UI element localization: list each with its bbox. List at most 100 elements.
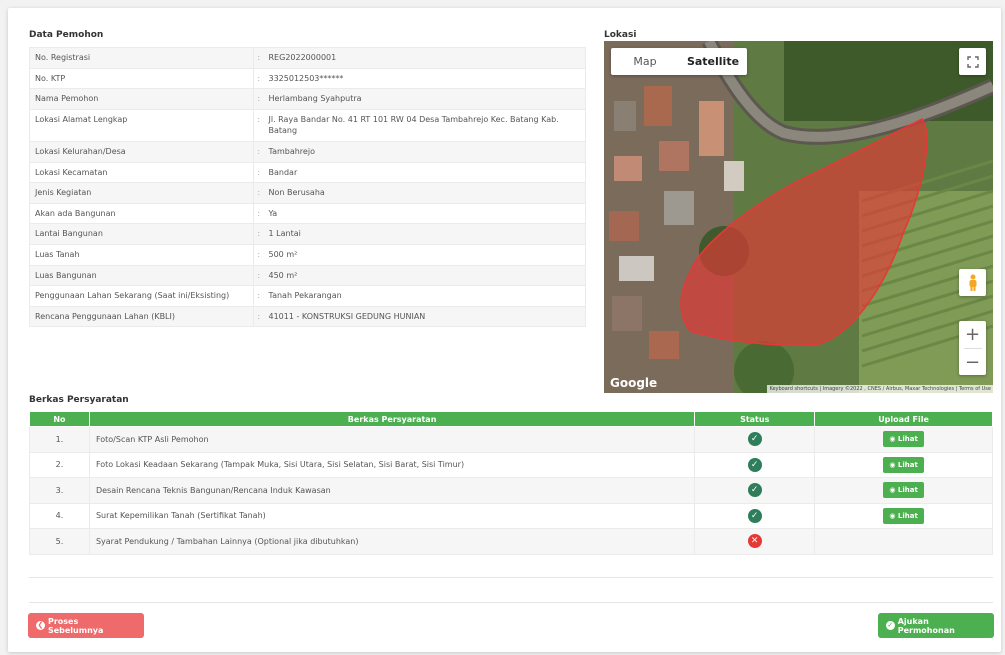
data-row-separator: : bbox=[253, 88, 264, 110]
divider bbox=[29, 602, 993, 603]
data-row: Lantai Bangunan:1 Lantai bbox=[29, 223, 586, 245]
data-row-value: Non Berusaha bbox=[263, 182, 586, 204]
col-header-status: Status bbox=[694, 411, 816, 427]
view-file-label: Lihat bbox=[897, 435, 918, 444]
zoom-out-button[interactable]: − bbox=[965, 349, 980, 375]
fullscreen-icon[interactable] bbox=[959, 48, 986, 75]
berkas-row-status: ✕ bbox=[694, 528, 816, 555]
data-row-separator: : bbox=[253, 223, 264, 245]
section-title-data-pemohon: Data Pemohon bbox=[29, 30, 104, 40]
location-map[interactable]: Map Satellite + − Google Keyboard shortc… bbox=[604, 41, 993, 393]
berkas-row-status: ✓ bbox=[694, 477, 816, 504]
view-file-label: Lihat bbox=[897, 511, 918, 520]
data-row-value: 41011 - KONSTRUKSI GEDUNG HUNIAN bbox=[263, 305, 586, 328]
data-row-value: 500 m² bbox=[263, 243, 586, 266]
map-tab-map[interactable]: Map bbox=[611, 48, 679, 75]
data-row: Lokasi Alamat Lengkap: Jl. Raya Bandar No… bbox=[29, 108, 586, 142]
satellite-imagery bbox=[604, 41, 993, 393]
divider bbox=[29, 577, 993, 578]
data-row-label: Nama Pemohon bbox=[29, 88, 254, 110]
berkas-row: 3. Desain Rencana Teknis Bangunan/Rencana… bbox=[29, 477, 993, 504]
data-row: Lokasi Kecamatan: Bandar bbox=[29, 161, 586, 184]
berkas-row-name: Surat Kepemilikan Tanah (Sertifikat Tana… bbox=[88, 502, 696, 529]
view-file-button[interactable]: ◉ Lihat bbox=[883, 456, 924, 473]
data-row-label: Lokasi Alamat Lengkap bbox=[29, 108, 254, 142]
col-header-no: No bbox=[29, 411, 90, 427]
berkas-row-upload: ◉ Lihat bbox=[814, 477, 993, 504]
arrow-left-icon: ❮ bbox=[36, 621, 45, 630]
data-row: Rencana Penggunaan Lahan (KBLI):41011 - … bbox=[29, 305, 586, 328]
data-row-value: 3325012503****** bbox=[263, 67, 586, 90]
view-file-button[interactable]: ◉ Lihat bbox=[883, 431, 924, 448]
berkas-row-no: 4. bbox=[29, 502, 90, 529]
data-row-value: Bandar bbox=[263, 161, 586, 184]
zoom-in-button[interactable]: + bbox=[965, 321, 980, 348]
data-row-value: Jl. Raya Bandar No. 41 RT 101 RW 04 Desa… bbox=[263, 108, 586, 142]
data-row: Akan ada Bangunan: Ya bbox=[29, 202, 586, 225]
data-row-separator: : bbox=[253, 285, 264, 307]
data-row-label: Rencana Penggunaan Lahan (KBLI) bbox=[29, 305, 254, 328]
map-attribution[interactable]: Keyboard shortcuts | Imagery ©2022 , CNE… bbox=[767, 385, 993, 393]
data-row-label: No. Registrasi bbox=[29, 47, 254, 69]
main-card: Data Pemohon No. Registrasi: REG202200000… bbox=[8, 8, 1001, 652]
berkas-row-upload: ◉ Lihat bbox=[814, 502, 993, 529]
pegman-icon[interactable] bbox=[959, 269, 986, 296]
berkas-table: No Berkas Persyaratan Status Upload File… bbox=[29, 411, 993, 555]
berkas-row-no: 3. bbox=[29, 477, 90, 504]
berkas-row: 4. Surat Kepemilikan Tanah (Sertifikat Ta… bbox=[29, 502, 993, 529]
berkas-row-status: ✓ bbox=[694, 451, 816, 478]
view-file-label: Lihat bbox=[897, 460, 918, 469]
data-row-separator: : bbox=[253, 67, 264, 90]
previous-process-button[interactable]: ❮ Proses Sebelumnya bbox=[28, 613, 144, 638]
check-circle-icon: ✓ bbox=[747, 483, 762, 498]
submit-application-button[interactable]: ✓ Ajukan Permohonan bbox=[878, 613, 994, 638]
berkas-row-no: 5. bbox=[29, 528, 90, 555]
data-row-value: Herlambang Syahputra bbox=[263, 88, 586, 110]
data-row-separator: : bbox=[253, 243, 264, 266]
eye-icon: ◉ bbox=[889, 511, 898, 520]
check-circle-icon: ✓ bbox=[747, 457, 762, 472]
data-row-label: Luas Tanah bbox=[29, 243, 254, 266]
check-circle-icon: ✓ bbox=[747, 432, 762, 447]
data-row-value: 1 Lantai bbox=[263, 223, 586, 245]
view-file-button[interactable]: ◉ Lihat bbox=[883, 482, 924, 499]
check-circle-icon: ✓ bbox=[747, 508, 762, 523]
berkas-row-upload: ◉ Lihat bbox=[814, 451, 993, 478]
eye-icon: ◉ bbox=[889, 435, 898, 444]
data-row-label: Penggunaan Lahan Sekarang (Saat ini/Eksi… bbox=[29, 285, 254, 307]
data-row-label: Akan ada Bangunan bbox=[29, 202, 254, 225]
berkas-row-status: ✓ bbox=[694, 502, 816, 529]
berkas-row-upload bbox=[814, 528, 993, 555]
data-row-label: Lokasi Kecamatan bbox=[29, 161, 254, 184]
data-row-separator: : bbox=[253, 140, 264, 163]
data-row: Penggunaan Lahan Sekarang (Saat ini/Eksi… bbox=[29, 285, 586, 307]
x-circle-icon: ✕ bbox=[747, 534, 762, 549]
berkas-row-no: 1. bbox=[29, 426, 90, 453]
data-row: No. Registrasi: REG2022000001 bbox=[29, 47, 586, 69]
data-row-label: Lantai Bangunan bbox=[29, 223, 254, 245]
view-file-button[interactable]: ◉ Lihat bbox=[883, 507, 924, 524]
data-row: Luas Bangunan:450 m² bbox=[29, 264, 586, 287]
map-tab-satellite[interactable]: Satellite bbox=[679, 48, 747, 75]
zoom-control: + − bbox=[959, 321, 986, 375]
data-row-separator: : bbox=[253, 182, 264, 204]
data-row-separator: : bbox=[253, 202, 264, 225]
map-type-control: Map Satellite bbox=[611, 48, 747, 75]
data-row-separator: : bbox=[253, 108, 264, 142]
berkas-row: 5. Syarat Pendukung / Tambahan Lainnya (O… bbox=[29, 528, 993, 555]
eye-icon: ◉ bbox=[889, 486, 898, 495]
data-row-separator: : bbox=[253, 264, 264, 287]
berkas-row-name: Desain Rencana Teknis Bangunan/Rencana I… bbox=[88, 477, 696, 504]
data-row-label: Luas Bangunan bbox=[29, 264, 254, 287]
data-row-separator: : bbox=[253, 305, 264, 328]
data-row-value: Tanah Pekarangan bbox=[263, 285, 586, 307]
berkas-row-name: Foto/Scan KTP Asli Pemohon bbox=[88, 426, 696, 453]
data-row-value: Tambahrejo bbox=[263, 140, 586, 163]
data-row-label: Jenis Kegiatan bbox=[29, 182, 254, 204]
eye-icon: ◉ bbox=[889, 460, 898, 469]
section-title-berkas: Berkas Persyaratan bbox=[29, 395, 129, 405]
data-row-separator: : bbox=[253, 161, 264, 184]
berkas-row: 2. Foto Lokasi Keadaan Sekarang (Tampak M… bbox=[29, 451, 993, 478]
data-row-label: Lokasi Kelurahan/Desa bbox=[29, 140, 254, 163]
data-row: Nama Pemohon: Herlambang Syahputra bbox=[29, 88, 586, 110]
